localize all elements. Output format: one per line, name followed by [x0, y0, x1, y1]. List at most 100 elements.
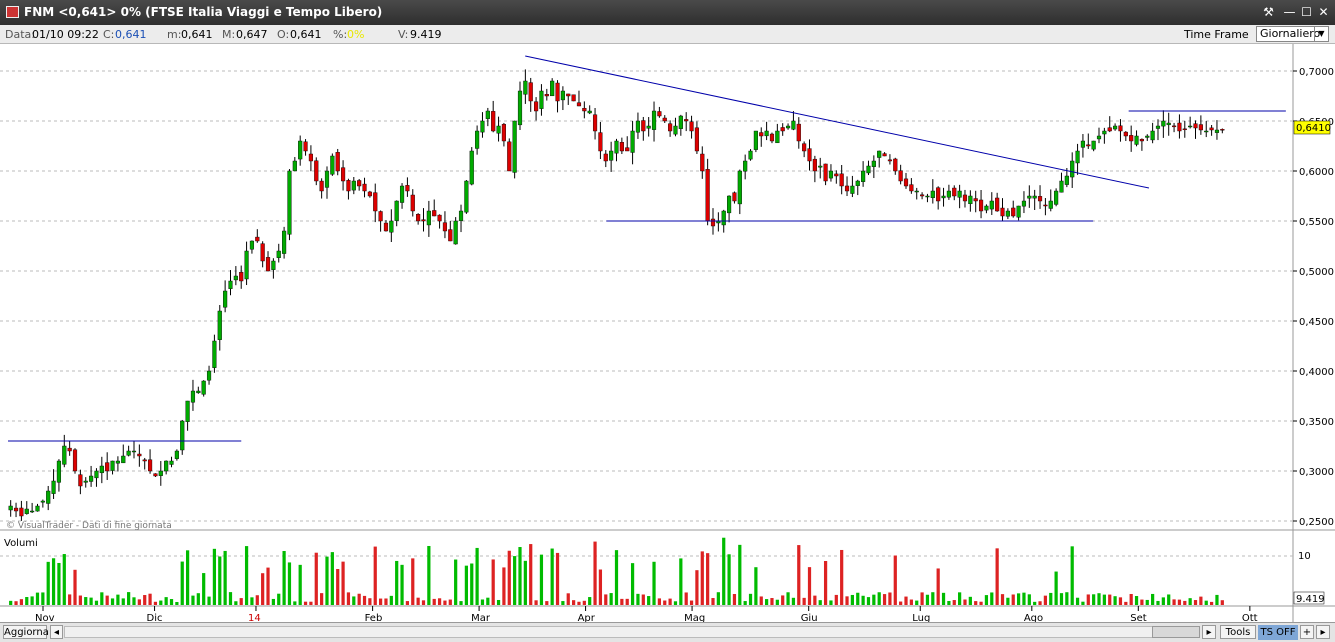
candle-body [614, 140, 619, 154]
candle-body [421, 219, 426, 222]
candle-body [1123, 131, 1128, 137]
volume-bar [786, 592, 790, 605]
scroll-right-end-button[interactable]: ▸ [1316, 625, 1330, 639]
candle-body [625, 147, 630, 152]
maximize-icon[interactable]: ☐ [1298, 4, 1315, 21]
time-tick-label: Mag [684, 613, 705, 622]
candle-body [1064, 175, 1069, 185]
candle-body [978, 199, 984, 212]
time-tick-label: Nov [35, 613, 55, 622]
volume-bar [1124, 601, 1128, 605]
candle-body [260, 243, 265, 262]
volume-bar [566, 593, 570, 605]
candle-body [1166, 122, 1171, 126]
candle-body [646, 125, 651, 129]
timeframe-select[interactable]: Giornaliero ▼ [1256, 26, 1329, 42]
scrollbar-thumb[interactable] [1152, 626, 1200, 638]
candle-body [619, 142, 624, 152]
candle-body [458, 210, 464, 221]
candle-body [903, 178, 909, 187]
volume-bar [834, 594, 838, 605]
scroll-right-button[interactable]: ▸ [1202, 625, 1216, 639]
time-tick-label: Mar [471, 613, 491, 622]
candle-body [630, 130, 635, 153]
candle-body [174, 450, 179, 459]
volume-bar [534, 600, 538, 605]
volume-bar [684, 592, 688, 605]
close-icon[interactable]: ✕ [1315, 4, 1332, 21]
volume-bar [588, 597, 592, 605]
volume-bar [1033, 601, 1037, 605]
candle-body [475, 130, 480, 149]
volume-bar [829, 600, 833, 605]
candle-body [1011, 207, 1016, 217]
volume-bar [620, 598, 624, 605]
ts-off-button[interactable]: TS OFF [1258, 625, 1298, 640]
volume-bar [952, 600, 956, 605]
volume-bar [791, 597, 796, 605]
candle-body [882, 153, 887, 157]
volume-bar [598, 569, 603, 605]
candle-body [362, 183, 367, 192]
volume-bar [1097, 593, 1101, 605]
candle-body [56, 460, 62, 483]
candle-body [555, 82, 560, 102]
time-tick-label: Ago [1024, 613, 1043, 622]
volume-bar [888, 592, 892, 605]
time-scrollbar[interactable] [64, 626, 1200, 638]
candle-body [609, 150, 614, 161]
time-tick-label: Feb [365, 613, 383, 622]
candle-body [303, 141, 308, 152]
volume-bar [373, 546, 377, 605]
candle-body [1204, 130, 1209, 133]
candle-body [710, 218, 716, 227]
volume-bar [261, 573, 265, 605]
price-chart[interactable]: 0,70000,65000,60000,55000,50000,45000,40… [0, 44, 1335, 622]
candle-body [791, 120, 796, 130]
volume-bar [244, 546, 249, 605]
volume-bar [925, 594, 930, 605]
volume-bar [716, 592, 720, 605]
candle-body [351, 180, 356, 191]
close-label: C: [103, 28, 115, 41]
tools-icon[interactable]: ⚒ [1260, 4, 1277, 21]
candle-body [925, 195, 930, 198]
candle-body [866, 165, 871, 174]
candle-body [137, 453, 142, 457]
volume-bar [1204, 600, 1208, 605]
scroll-left-button[interactable]: ◂ [50, 625, 63, 639]
volume-bar [1038, 601, 1042, 605]
candle-body [764, 130, 769, 137]
bottom-toolbar: Aggiorna ◂ ▸ Tools TS OFF + ▸ [0, 622, 1335, 642]
volume-bar [94, 600, 99, 605]
candle-body [1193, 123, 1198, 129]
zoom-in-button[interactable]: + [1300, 625, 1314, 639]
candle-body [330, 155, 335, 175]
volume-bar [1011, 594, 1015, 605]
minimize-icon[interactable]: — [1281, 4, 1298, 21]
candle-body [1118, 125, 1123, 132]
candle-body [62, 445, 67, 465]
volume-bar [486, 597, 490, 605]
candle-body [844, 185, 850, 192]
time-tick-label: Giu [801, 613, 818, 622]
volume-bar [287, 562, 292, 605]
volume-bar [1070, 546, 1074, 605]
volume-bar [529, 544, 533, 605]
volume-bar [336, 569, 340, 605]
volume-bar [593, 541, 597, 605]
aggiorna-button[interactable]: Aggiorna [3, 625, 49, 639]
candle-body [732, 192, 737, 202]
volume-bar [1081, 601, 1085, 605]
open-value: 0,641 [290, 28, 322, 41]
volume-bar [153, 601, 158, 605]
candle-body [678, 115, 683, 129]
volume-bar [1145, 599, 1149, 605]
tools-button[interactable]: Tools [1220, 625, 1256, 639]
volume-bar [228, 592, 233, 605]
candle-body [507, 141, 512, 172]
candle-body [1096, 135, 1102, 140]
volume-bar [78, 595, 82, 605]
candle-body [271, 260, 276, 270]
volume-bar [904, 596, 908, 605]
